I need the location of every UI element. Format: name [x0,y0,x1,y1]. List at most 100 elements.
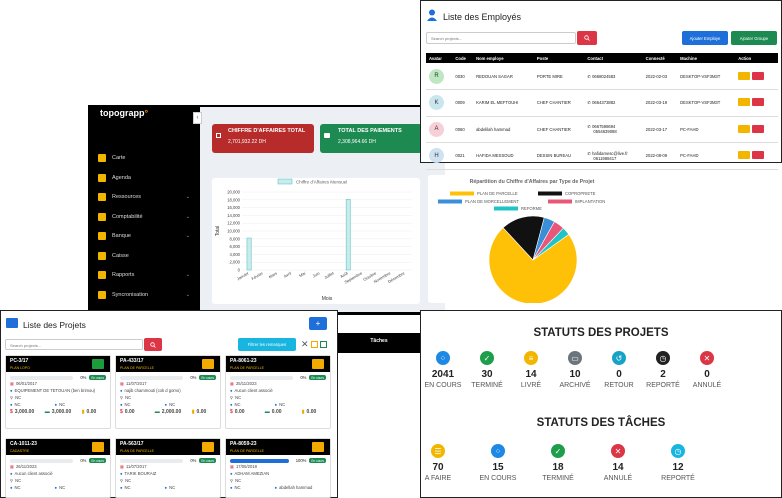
employees-title: Liste des Employés [443,12,522,22]
project-search-input[interactable]: Search projects... [5,339,143,350]
wallet-icon: ▮ [301,409,305,415]
project-card[interactable]: PA-563/17 PLAN DE PARCELLE 0% En cours ▦ 11/0… [115,438,221,498]
emp-name: KARIM EL MEFTOUHI [473,89,534,117]
project-nc: NC [235,478,242,483]
delete-button[interactable] [752,71,765,80]
sidebar-item-carte[interactable]: Carte [98,154,190,162]
calendar-icon: ▦ [230,464,234,469]
add-employee-button[interactable]: Ajouter Employe [682,31,728,45]
edit-button[interactable] [738,98,751,107]
users-icon: ● [10,402,13,407]
search-icon [150,341,156,348]
project-card[interactable]: PA-8061-23 PLAN DE PARCELLE 0% En cours ▦ 25/… [225,355,331,429]
employee-search-input[interactable]: Search projects... [426,32,576,44]
users-icon: ● [164,402,168,407]
user-icon [427,9,437,21]
project-date: 25/11/2023 [235,381,257,386]
status-label: REPORTÉ [661,475,695,482]
ca-total-card: CHIFFRE D'AFFAIRES TOTAL 2,701,932.22 DH [212,124,314,153]
sidebar-item-comptabilité[interactable]: Comptabilité ⌄ [98,212,190,221]
collapse-sidebar-button[interactable]: ‹ [193,112,202,124]
status-count: 18 [552,462,564,473]
sidebar-item-caisse[interactable]: Caisse [98,251,190,260]
status-count: 30 [481,369,493,380]
project-nc: NC [125,478,132,483]
users-icon: ● [54,485,58,490]
chevron-down-icon: ⌄ [185,291,190,298]
sidebar-item-label: Carte [112,155,126,161]
avatar: A [429,121,444,137]
add-group-button[interactable]: Ajouter Groupe [731,31,777,45]
money-icon [324,133,330,138]
calendar-icon: ▦ [230,381,234,386]
users-icon: ● [230,402,233,407]
status-count: 0 [616,369,622,380]
project-card[interactable]: PA-8059-23 PLAN DE PARCELLE 100% En cours ▦ 1… [225,438,331,498]
pie-legend-swatch [494,206,518,211]
amount-total: 0.00 [124,409,135,415]
task-status-title: STATUTS DES TÂCHES [536,417,666,429]
sidebar-item-syncronisation[interactable]: Syncronisation ⌄ [98,290,190,299]
tasks-tab[interactable]: Tâches [338,333,420,353]
project-card[interactable]: PA-433/17 PLAN DE PARCELLE 0% En cours ▦ 11/0… [115,355,221,429]
grid-view-icon[interactable] [320,341,327,348]
clear-filter-icon[interactable]: ✕ [301,339,309,350]
y-tick-label: 10,000 [227,229,240,234]
project-card[interactable]: CA-1011-23 CADASTRE 0% En cours ▦ 26/11/2023 ●… [5,438,111,498]
y-tick-label: 8,000 [230,236,241,241]
edit-button[interactable] [738,71,751,80]
menu-icon [98,290,106,299]
bar-Janvier [246,237,252,271]
add-project-button[interactable]: + [309,317,327,330]
employee-search-button[interactable] [577,31,597,45]
emp-poste: CHEF CHANTIER [533,89,585,117]
x-tick-label: Avril [283,270,292,278]
filter-remarks-button[interactable]: Filtrer les remarques [238,338,296,351]
column-header: Code [452,53,474,63]
status-label: TERMINÉ [542,475,574,482]
check-icon: ✓ [551,444,565,458]
y-tick-label: 18,000 [227,197,240,202]
status-count: 15 [492,462,504,473]
status-item-reporté: ◷ 12 REPORTÉ [656,444,700,482]
column-header: Action [735,53,778,63]
pie-legend-label: PLAN DE PARCELLE [477,191,518,196]
pie-legend-label: IMPLANTATION [575,199,605,204]
table-row: K 0009 KARIM EL MEFTOUHI CHEF CHANTIER ✆ 066… [426,89,778,117]
legend-swatch [277,178,293,185]
sidebar-item-rapports[interactable]: Rapports ⌄ [98,271,190,279]
status-item-archivé: ▭ 10 ARCHIVÉ [553,351,597,389]
emp-machine: PC-FAHD [677,142,736,170]
project-date: 06/01/2017 [15,381,37,386]
y-tick-label: 20,000 [227,190,240,195]
clock-icon: ◷ [671,444,685,458]
status-item-terminé: ✓ 30 TERMINÉ [465,351,509,389]
amount-total: 0.00 [234,409,245,415]
sidebar-item-ressources[interactable]: Ressources ⌄ [98,193,190,201]
delete-button[interactable] [752,124,765,133]
delete-button[interactable] [752,98,765,107]
menu-icon [98,251,106,260]
check-icon: ✓ [480,351,494,365]
wallet-icon: ▮ [81,409,85,415]
project-search-button[interactable] [144,338,162,351]
undo-icon: ↺ [612,351,626,365]
status-label: RETOUR [604,382,634,389]
edit-button[interactable] [738,124,751,133]
y-tick-label: 16,000 [227,205,240,210]
status-count: 12 [672,462,684,473]
project-nc: NC [124,485,131,490]
sidebar-item-agenda[interactable]: Agenda [98,173,190,182]
user-icon: ● [230,471,233,476]
status-label: TERMINÉ [471,382,503,389]
column-header: Contact [584,53,643,63]
sidebar-item-label: Rapports [112,272,135,278]
wallet-icon: ▮ [191,409,195,415]
menu-icon [98,271,106,279]
calendar-icon[interactable] [311,341,318,348]
sidebar-item-banque[interactable]: Banque ⌄ [98,232,190,240]
project-card[interactable]: PC-3/17 PLAN LOPO 0% En cours ▦ 06/01/2017 ● EQ… [5,355,111,429]
delete-button[interactable] [752,151,765,160]
emp-name: HAFIDA MESSOUD [473,142,534,170]
edit-button[interactable] [738,151,751,160]
